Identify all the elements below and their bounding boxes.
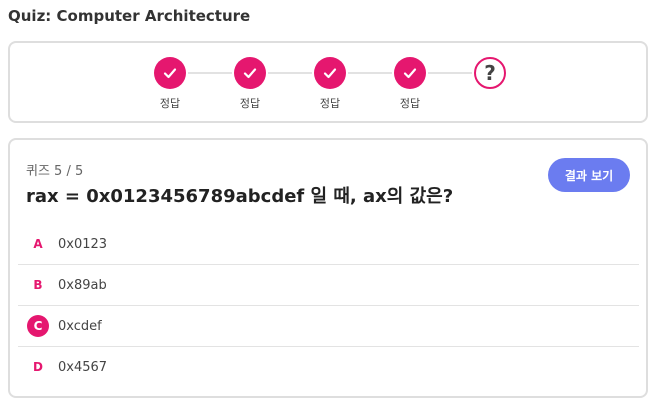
show-results-button[interactable]: 결과 보기 [548,158,630,192]
step-label: 정답 [319,97,341,110]
step-label: 정답 [239,97,261,110]
question-text: rax = 0x0123456789abcdef 일 때, ax의 값은? [26,186,454,207]
answer-option-d[interactable]: D 0x4567 [18,347,639,387]
check-icon [234,57,266,89]
progress-card: 정답 정답 정답 정답 ? [8,41,648,123]
progress-step-3: 정답 [312,57,348,111]
option-letter: D [33,360,43,374]
option-letter: B [33,278,43,292]
step-label: 정답 [399,97,421,110]
question-icon: ? [474,57,506,89]
quiz-card: 퀴즈 5 / 5 rax = 0x0123456789abcdef 일 때, a… [8,138,648,398]
progress-step-4: 정답 [392,57,428,111]
option-text: 0x0123 [58,236,108,252]
answer-option-b[interactable]: B 0x89ab [18,265,639,306]
page-title: Quiz: Computer Architecture [8,7,251,25]
answer-option-a[interactable]: A 0x0123 [18,224,639,265]
answer-option-c[interactable]: C 0xcdef [18,306,639,347]
answer-options: A 0x0123 B 0x89ab C 0xcdef D 0x4567 [18,224,639,387]
step-connector [348,72,392,74]
progress-steps: 정답 정답 정답 정답 ? [152,57,508,111]
option-letter-selected: C [27,315,49,337]
step-connector [188,72,232,74]
progress-step-5: ? [472,57,508,89]
option-text: 0x4567 [58,359,108,375]
progress-step-1: 정답 [152,57,188,111]
check-icon [154,57,186,89]
option-letter: A [33,237,43,251]
question-mark: ? [484,61,496,85]
step-connector [268,72,312,74]
step-label: 정답 [159,97,181,110]
option-text: 0xcdef [58,318,102,334]
step-connector [428,72,472,74]
check-icon [394,57,426,89]
progress-step-2: 정답 [232,57,268,111]
option-text: 0x89ab [58,277,107,293]
quiz-counter: 퀴즈 5 / 5 [26,164,84,179]
check-icon [314,57,346,89]
